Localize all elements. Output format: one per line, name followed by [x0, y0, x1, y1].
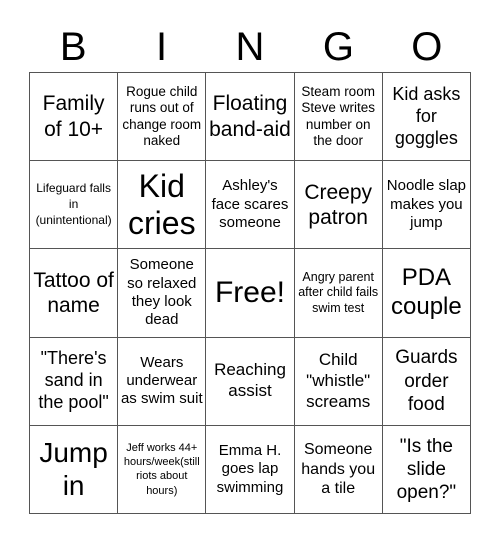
- bingo-cell[interactable]: Reaching assist: [206, 337, 295, 426]
- bingo-cell[interactable]: Noodle slap makes you jump: [382, 161, 471, 250]
- header-letter-i: I: [156, 25, 168, 69]
- bingo-cell[interactable]: Tattoo of name: [30, 249, 119, 338]
- bingo-cell[interactable]: Someone hands you a tile: [294, 425, 383, 514]
- header-letter-o: O: [411, 25, 443, 69]
- bingo-cell[interactable]: Wears underwear as swim suit: [118, 337, 207, 426]
- bingo-cell[interactable]: Jeff works 44+ hours/week(still riots ab…: [118, 425, 207, 514]
- header-letter-b: B: [59, 25, 87, 69]
- bingo-cell[interactable]: Lifeguard falls in (unintentional): [30, 161, 119, 250]
- bingo-cell[interactable]: Jump in: [30, 425, 119, 514]
- bingo-cell[interactable]: Creepy patron: [294, 161, 383, 250]
- header-letter-n: N: [235, 25, 265, 69]
- bingo-cell[interactable]: Emma H. goes lap swimming: [206, 425, 295, 514]
- bingo-cell[interactable]: Steam room Steve writes number on the do…: [294, 73, 383, 162]
- bingo-cell[interactable]: Child "whistle" screams: [294, 337, 383, 426]
- bingo-cell[interactable]: Kid asks for goggles: [382, 73, 471, 162]
- bingo-grid: Family of 10+ Rogue child runs out of ch…: [29, 72, 471, 514]
- bingo-cell[interactable]: Someone so relaxed they look dead: [118, 249, 207, 338]
- bingo-cell[interactable]: PDA couple: [382, 249, 471, 338]
- bingo-cell[interactable]: Angry parent after child fails swim test: [294, 249, 383, 338]
- bingo-cell[interactable]: "There's sand in the pool": [30, 337, 119, 426]
- bingo-cell[interactable]: Kid cries: [118, 161, 207, 250]
- bingo-cell[interactable]: "Is the slide open?": [382, 425, 471, 514]
- bingo-cell[interactable]: Floating band-aid: [206, 73, 295, 162]
- bingo-cell[interactable]: Family of 10+: [30, 73, 119, 162]
- free-space-cell[interactable]: Free!: [206, 249, 295, 338]
- header-letter-g: G: [322, 25, 354, 69]
- bingo-cell[interactable]: Guards order food: [382, 337, 471, 426]
- bingo-header: B I N G O: [29, 22, 471, 72]
- bingo-cell[interactable]: Ashley's face scares someone: [206, 161, 295, 250]
- bingo-cell[interactable]: Rogue child runs out of change room nake…: [118, 73, 207, 162]
